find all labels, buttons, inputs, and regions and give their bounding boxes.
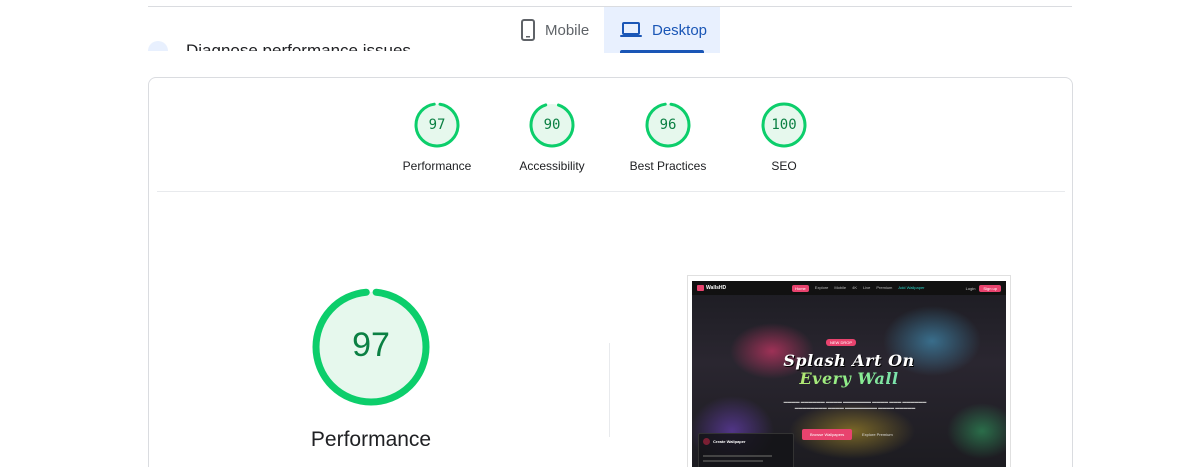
final-screenshot-thumbnail[interactable]: WallsHD Home Explore Mobile 4K Live Prem…	[687, 275, 1011, 467]
preview-description: ▬▬▬▬ ▬▬▬▬▬▬ ▬▬▬▬ ▬▬▬▬▬▬▬ ▬▬▬▬ ▬▬▬ ▬▬▬▬▬▬…	[783, 399, 927, 410]
performance-main-gauge: 97	[309, 285, 433, 409]
score-label: Best Practices	[629, 159, 707, 173]
section-divider	[157, 191, 1065, 192]
preview-panel-icon	[703, 438, 710, 445]
score-gauge-accessibility[interactable]: 90 Accessibility	[487, 101, 617, 173]
main-score-value: 97	[352, 326, 390, 364]
score-label: Accessibility	[519, 159, 585, 173]
preview-panel-line	[703, 460, 764, 462]
score-label: SEO	[771, 159, 797, 173]
tab-desktop[interactable]: Desktop	[604, 7, 720, 53]
preview-nav-link: Mobile	[834, 284, 847, 290]
preview-auth: Login Sign up	[965, 284, 1001, 292]
preview-login: Login	[965, 285, 976, 291]
tab-desktop-label: Desktop	[652, 21, 708, 39]
preview-cta-secondary: Explore Premium	[862, 432, 893, 437]
preview-panel-title-text: Create Wallpaper	[713, 439, 746, 444]
score-value: 96	[659, 117, 677, 133]
preview-nav-link: 4K	[852, 284, 858, 290]
preview-nav-link: Add Wallpaper	[898, 284, 925, 290]
preview-panel-line	[703, 455, 772, 457]
score-gauge-seo[interactable]: 100 SEO	[719, 101, 849, 173]
preview-headline-2: Every Wall	[692, 369, 1006, 388]
score-value: 90	[543, 117, 561, 133]
preview-navbar: WallsHD Home Explore Mobile 4K Live Prem…	[692, 281, 1006, 295]
preview-nav-link: Explore	[814, 284, 829, 290]
smartphone-icon	[521, 19, 535, 41]
tab-mobile-label: Mobile	[545, 21, 590, 39]
vertical-divider	[609, 343, 610, 437]
preview-panel-title: Create Wallpaper	[703, 438, 789, 445]
preview-headline-1: Splash Art On	[783, 351, 915, 370]
score-gauge-best-practices[interactable]: 96 Best Practices	[603, 101, 733, 173]
preview-nav-link: Live	[863, 284, 871, 290]
preview-logo-text: WallsHD	[706, 285, 727, 291]
preview-nav-link: Home	[792, 284, 809, 292]
preview-cta-primary: Browse Wallpapers	[802, 429, 853, 440]
main-score-label: Performance	[310, 428, 432, 451]
tab-mobile[interactable]: Mobile	[505, 7, 604, 53]
device-tabs: Mobile Desktop	[505, 7, 720, 53]
screenshot-image: WallsHD Home Explore Mobile 4K Live Prem…	[692, 281, 1006, 467]
score-summary: 97 Performance 90 Accessibility 96 Best …	[149, 78, 1072, 192]
score-gauge-performance[interactable]: 97 Performance	[372, 101, 502, 173]
report-card: 97 Performance 90 Accessibility 96 Best …	[148, 77, 1073, 467]
preview-logo: WallsHD	[697, 285, 726, 291]
score-value: 97	[428, 117, 446, 133]
laptop-icon	[620, 22, 642, 38]
preview-badge: NEW DROP	[826, 339, 856, 346]
score-label: Performance	[402, 159, 472, 173]
preview-signup: Sign up	[979, 284, 1001, 292]
preview-nav-links: Home Explore Mobile 4K Live Premium Add …	[792, 284, 925, 292]
scroll-mask	[140, 51, 1080, 67]
score-value: 100	[771, 117, 797, 133]
preview-nav-link: Premium	[876, 284, 893, 290]
preview-panel: Create Wallpaper	[698, 433, 794, 467]
preview-logo-icon	[697, 285, 704, 291]
